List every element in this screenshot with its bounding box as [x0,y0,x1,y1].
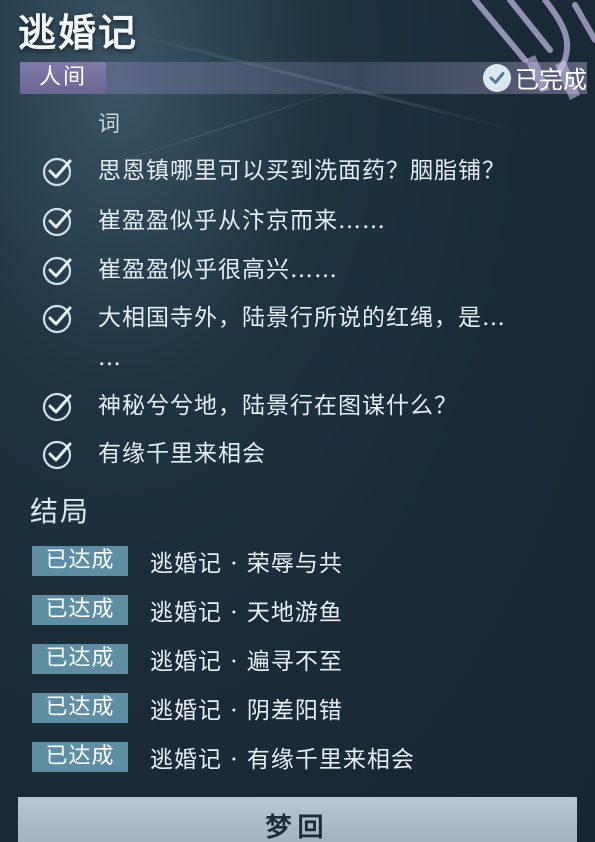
quest-detail-panel: 逃婚记 人间 已完成 词 思恩镇哪里可以买到洗面药？胭脂铺？ 崔盈盈似乎从汴京而… [0,0,595,842]
achieved-badge: 已达成 [32,595,128,625]
endings-heading: 结局 [30,495,91,528]
realm-tag: 人间 [20,62,106,94]
completion-status: 已完成 [483,60,587,95]
clue-text: 崔盈盈似乎很高兴…… [98,257,338,283]
clue-text: 神秘兮兮地，陆景行在图谋什么？ [98,393,458,419]
achieved-badge: 已达成 [32,644,128,674]
check-icon [42,304,72,334]
clue-text: 大相国寺外，陆景行所说的红绳，是… [98,305,506,331]
clue-text: 崔盈盈似乎从汴京而来…… [98,208,386,234]
quest-title: 逃婚记 [18,10,139,55]
clue-item: 思恩镇哪里可以买到洗面药？胭脂铺？ [40,155,590,189]
check-icon [42,157,72,187]
achieved-badge: 已达成 [32,546,128,576]
achieved-badge: 已达成 [32,693,128,723]
check-icon [42,392,72,422]
ending-name: 逃婚记 · 阴差阳错 [150,698,343,724]
ending-item[interactable]: 已达成 逃婚记 · 有缘千里来相会 [32,741,572,773]
clue-text: 有缘千里来相会 [98,441,266,467]
ending-item[interactable]: 已达成 逃婚记 · 遍寻不至 [32,643,572,675]
ending-name: 逃婚记 · 有缘千里来相会 [150,747,415,773]
clue-item-continuation: … [40,342,590,374]
clue-item: 大相国寺外，陆景行所说的红绳，是… [40,302,590,336]
check-icon [42,256,72,286]
ending-name: 逃婚记 · 遍寻不至 [150,649,343,675]
ending-name: 逃婚记 · 天地游鱼 [150,600,343,626]
check-icon [42,440,72,470]
ending-item[interactable]: 已达成 逃婚记 · 荣辱与共 [32,545,572,577]
check-circle-icon [483,63,511,92]
clue-item: 神秘兮兮地，陆景行在图谋什么？ [40,390,590,424]
status-label: 已完成 [515,66,587,94]
clue-text: 思恩镇哪里可以买到洗面药？胭脂铺？ [98,158,506,184]
dream-return-button[interactable]: 梦回 [18,797,577,842]
check-icon [42,207,72,237]
ending-name: 逃婚记 · 荣辱与共 [150,551,343,577]
clue-item: 有缘千里来相会 [40,438,590,472]
ending-item[interactable]: 已达成 逃婚记 · 阴差阳错 [32,692,572,724]
clue-text-continuation: … [98,345,122,371]
clue-section-label: 词 [98,112,121,137]
achieved-badge: 已达成 [32,742,128,772]
ending-item[interactable]: 已达成 逃婚记 · 天地游鱼 [32,594,572,626]
clue-item: 崔盈盈似乎很高兴…… [40,254,590,288]
clue-item: 崔盈盈似乎从汴京而来…… [40,205,590,239]
